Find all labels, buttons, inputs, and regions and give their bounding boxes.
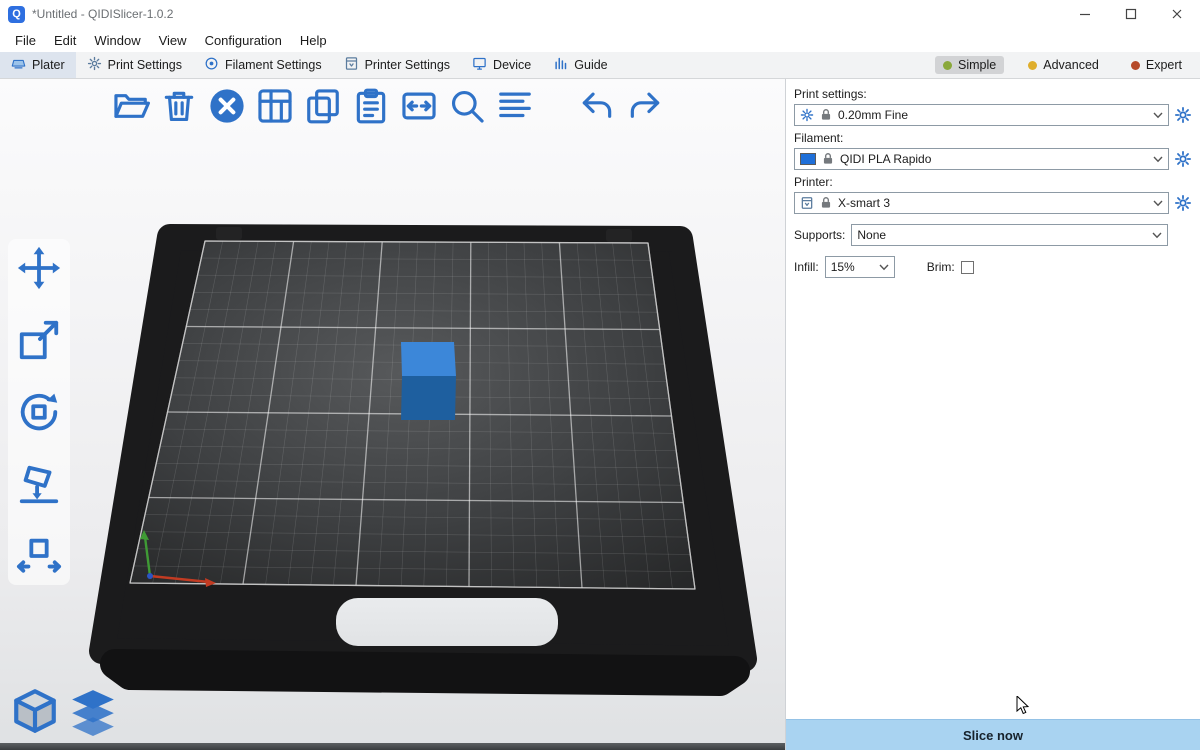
bed-handle-slot [336,598,558,646]
lock-icon [819,108,833,122]
paste-icon[interactable] [352,87,390,125]
brim-checkbox[interactable] [961,261,974,274]
delete-icon[interactable] [160,87,198,125]
slice-now-button[interactable]: Slice now [786,719,1200,750]
menu-item-window[interactable]: Window [85,31,149,50]
scale-icon[interactable] [16,317,62,363]
supports-label: Supports: [794,228,845,242]
undo-icon[interactable] [578,87,616,125]
app-logo-icon: Q [8,6,25,23]
move-icon[interactable] [16,245,62,291]
preview-layers-icon[interactable] [68,686,118,736]
view-toggles [10,686,118,736]
filament-value: QIDI PLA Rapido [840,152,931,166]
viewport-bottom-strip [0,743,785,750]
delete-all-icon[interactable] [208,87,246,125]
print-bed [102,227,744,681]
split-icon[interactable] [400,87,438,125]
minimize-button[interactable] [1062,0,1108,28]
maximize-button[interactable] [1108,0,1154,28]
menu-item-help[interactable]: Help [291,31,336,50]
mouse-cursor [1016,696,1030,716]
device-icon [472,56,487,74]
print-settings-label: Print settings: [794,87,1192,101]
titlebar: Q *Untitled - QIDISlicer-1.0.2 [0,0,1200,28]
chevron-down-icon [879,264,889,271]
qidislicer-window: Q *Untitled - QIDISlicer-1.0.2 File Edit… [0,0,1200,750]
viewport-toolbar [112,87,664,125]
mode-advanced[interactable]: Advanced [1020,56,1107,74]
close-button[interactable] [1154,0,1200,28]
arrange-icon[interactable] [256,87,294,125]
infill-value: 15% [831,260,855,274]
guide-icon [553,56,568,74]
supports-value: None [857,228,886,242]
search-icon[interactable] [448,87,486,125]
advanced-mode-dot [1028,61,1037,70]
rotate-icon[interactable] [16,389,62,435]
chevron-down-icon [1153,200,1163,207]
printer-icon [344,56,359,74]
3d-editor-view-icon[interactable] [10,686,60,736]
filament-icon [204,56,219,74]
printer-icon [800,196,814,210]
filament-label: Filament: [794,131,1192,145]
menu-item-edit[interactable]: Edit [45,31,85,50]
scene-canvas[interactable] [0,79,785,750]
printer-select[interactable]: X-smart 3 [794,192,1169,214]
mirror-icon[interactable] [16,533,62,579]
plater-icon [11,56,26,74]
filament-select[interactable]: QIDI PLA Rapido [794,148,1169,170]
copy-icon[interactable] [304,87,342,125]
simple-mode-dot [943,61,952,70]
menu-item-configuration[interactable]: Configuration [196,31,291,50]
printer-value: X-smart 3 [838,196,890,210]
menu-item-file[interactable]: File [6,31,45,50]
tab-print-settings[interactable]: Print Settings [76,52,193,78]
print-settings-gear-button[interactable] [1174,106,1192,124]
print-settings-select[interactable]: 0.20mm Fine [794,104,1169,126]
supports-select[interactable]: None [851,224,1168,246]
lock-icon [821,152,835,166]
sidebar: Print settings: 0.20mm Fine Filament: [785,79,1200,750]
gizmo-toolbar [8,239,70,585]
printer-gear-button[interactable] [1174,194,1192,212]
infill-label: Infill: [794,260,819,274]
window-controls [1062,0,1200,28]
infill-select[interactable]: 15% [825,256,895,278]
mode-simple[interactable]: Simple [935,56,1004,74]
chevron-down-icon [1152,232,1162,239]
lock-icon [819,196,833,210]
tab-device[interactable]: Device [461,52,542,78]
print-settings-value: 0.20mm Fine [838,108,908,122]
chevron-down-icon [1153,112,1163,119]
model-cube[interactable] [401,342,456,420]
tab-printer-settings[interactable]: Printer Settings [333,52,461,78]
filament-gear-button[interactable] [1174,150,1192,168]
chevron-down-icon [1153,156,1163,163]
place-on-face-icon[interactable] [16,461,62,507]
menu-item-view[interactable]: View [150,31,196,50]
layer-height-icon[interactable] [496,87,534,125]
printer-label: Printer: [794,175,1192,189]
gear-icon [800,108,814,122]
expert-mode-dot [1131,61,1140,70]
window-title: *Untitled - QIDISlicer-1.0.2 [32,7,173,21]
mode-expert[interactable]: Expert [1123,56,1190,74]
viewport-3d[interactable] [0,79,785,750]
tab-filament-settings[interactable]: Filament Settings [193,52,333,78]
filament-color-swatch [800,153,816,165]
redo-icon[interactable] [626,87,664,125]
tabbar: Plater Print Settings Filament Settings … [0,52,1200,79]
tab-guide[interactable]: Guide [542,52,618,78]
brim-label: Brim: [927,260,955,274]
mode-switcher: Simple Advanced Expert [935,52,1200,78]
menubar: File Edit Window View Configuration Help [0,28,1200,52]
open-folder-icon[interactable] [112,87,150,125]
tab-plater[interactable]: Plater [0,52,76,78]
gear-icon [87,56,102,74]
